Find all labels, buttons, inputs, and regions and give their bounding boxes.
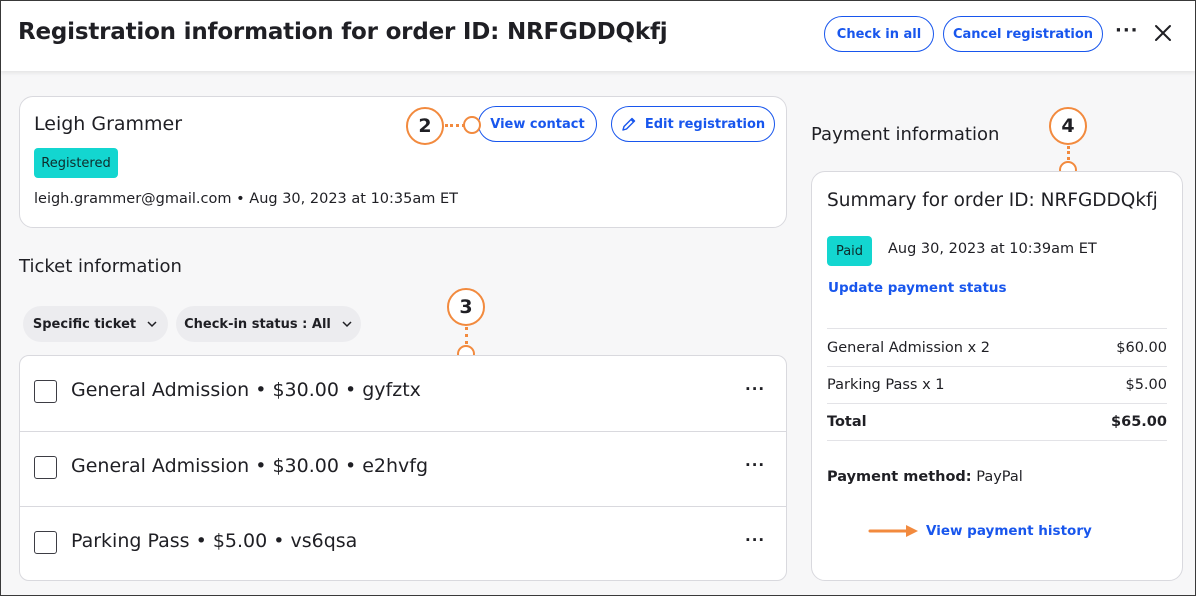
payment-date: Aug 30, 2023 at 10:39am ET [888, 241, 1097, 257]
ticket-more-icon[interactable]: ··· [745, 456, 765, 474]
divider [827, 440, 1167, 441]
line-item-label: Parking Pass x 1 [827, 377, 945, 393]
callout-2: 2 [406, 107, 444, 145]
attendee-name: Leigh Grammer [34, 113, 183, 135]
divider [827, 366, 1167, 367]
close-icon[interactable] [1151, 21, 1175, 45]
payment-method-value: PayPal [976, 469, 1023, 485]
divider [827, 328, 1167, 329]
update-payment-status-link[interactable]: Update payment status [828, 280, 1007, 296]
total-label: Total [827, 414, 867, 430]
payment-status-badge: Paid [827, 236, 872, 266]
arrow-right-icon [868, 525, 918, 537]
specific-ticket-filter[interactable]: Specific ticket [23, 306, 168, 342]
edit-registration-button[interactable]: Edit registration [611, 106, 775, 142]
line-item-label: General Admission x 2 [827, 340, 990, 356]
edit-registration-label: Edit registration [644, 116, 766, 132]
callout-2-dot [463, 116, 481, 134]
payment-section-title: Payment information [811, 124, 1000, 145]
more-options-icon[interactable]: ··· [1115, 20, 1139, 41]
ticket-row: General Admission • $30.00 • gyfztx ··· [19, 356, 786, 431]
ticket-label: General Admission • $30.00 • e2hvfg [71, 455, 429, 477]
line-item-value: $5.00 [1125, 377, 1167, 393]
ticket-section-title: Ticket information [19, 256, 182, 277]
dialog-title: Registration information for order ID: N… [18, 19, 668, 45]
payment-method: Payment method: PayPal [827, 469, 1023, 485]
callout-3-connector [465, 327, 468, 344]
line-item: General Admission x 2 $60.00 [827, 340, 1167, 356]
view-payment-history-link[interactable]: View payment history [926, 523, 1092, 539]
check-in-status-filter-label: Check-in status : All [184, 316, 331, 332]
line-item-value: $60.00 [1116, 340, 1167, 356]
ticket-checkbox[interactable] [34, 380, 57, 403]
callout-4-connector [1067, 146, 1070, 160]
ticket-more-icon[interactable]: ··· [745, 380, 765, 398]
ticket-label: Parking Pass • $5.00 • vs6qsa [71, 530, 358, 552]
total-value: $65.00 [1111, 414, 1167, 430]
payment-method-label: Payment method: [827, 469, 972, 485]
view-contact-button[interactable]: View contact [478, 106, 597, 142]
callout-2-connector [445, 124, 465, 127]
check-in-all-button[interactable]: Check in all [824, 16, 934, 52]
ticket-row: Parking Pass • $5.00 • vs6qsa ··· [19, 506, 786, 581]
attendee-meta: leigh.grammer@gmail.com • Aug 30, 2023 a… [34, 191, 458, 207]
ticket-more-icon[interactable]: ··· [745, 531, 765, 549]
ticket-label: General Admission • $30.00 • gyfztx [71, 379, 421, 401]
ticket-checkbox[interactable] [34, 531, 57, 554]
pencil-icon [622, 117, 636, 131]
payment-summary-card [811, 171, 1183, 581]
summary-title: Summary for order ID: NRFGDDQkfj [827, 190, 1158, 211]
callout-3: 3 [447, 288, 485, 326]
cancel-registration-button[interactable]: Cancel registration [943, 16, 1103, 52]
specific-ticket-filter-label: Specific ticket [32, 316, 137, 332]
line-item: Parking Pass x 1 $5.00 [827, 377, 1167, 393]
total-row: Total $65.00 [827, 414, 1167, 430]
check-in-status-filter[interactable]: Check-in status : All [176, 306, 361, 342]
divider [827, 403, 1167, 404]
registration-status-badge: Registered [34, 148, 118, 178]
chevron-down-icon [342, 321, 352, 328]
view-contact-label: View contact [490, 116, 585, 132]
chevron-down-icon [147, 321, 157, 328]
callout-4: 4 [1049, 107, 1087, 145]
ticket-checkbox[interactable] [34, 456, 57, 479]
ticket-row: General Admission • $30.00 • e2hvfg ··· [19, 431, 786, 506]
